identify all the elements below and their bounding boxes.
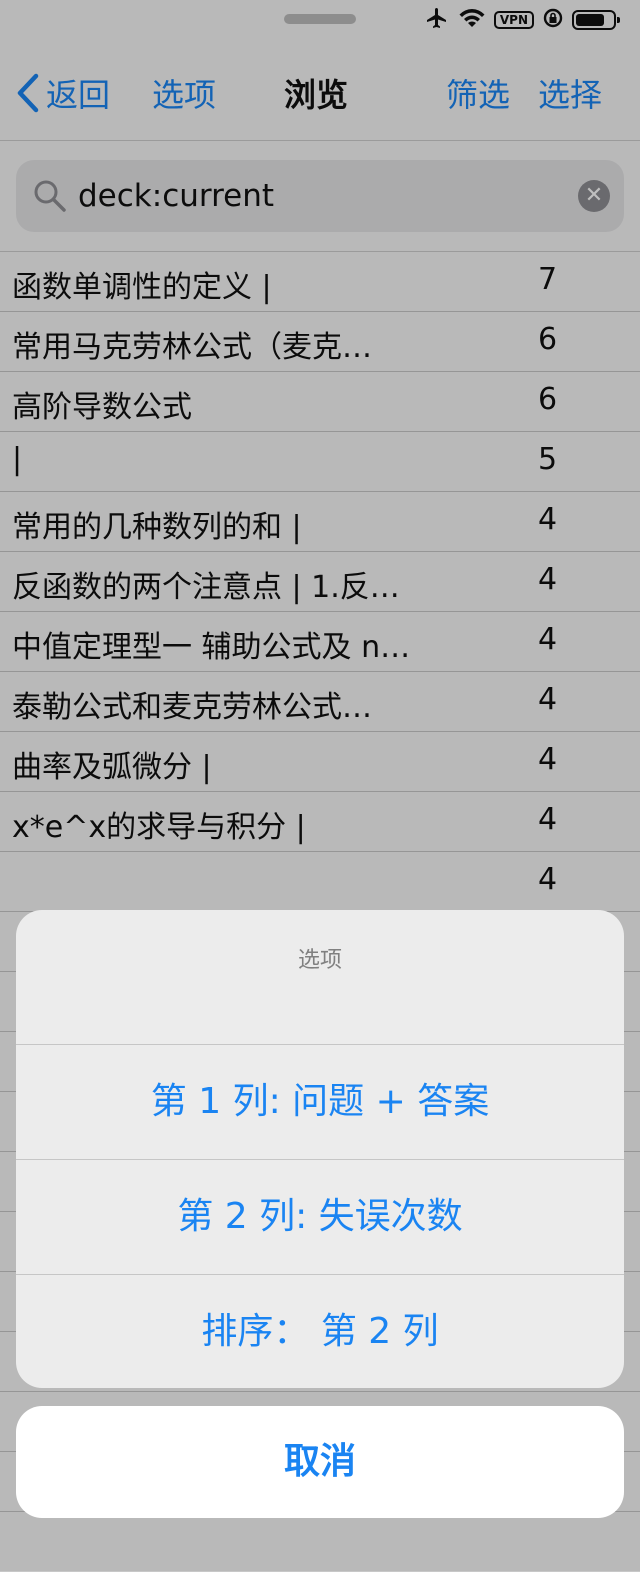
column-2-button[interactable]: 第 2 列: 失误次数 bbox=[16, 1160, 624, 1275]
column-1-button[interactable]: 第 1 列: 问题 + 答案 bbox=[16, 1045, 624, 1160]
sort-button[interactable]: 排序： 第 2 列 bbox=[16, 1275, 624, 1388]
action-sheet-header: 选项 bbox=[16, 910, 624, 1045]
action-sheet-title: 选项 bbox=[297, 948, 342, 973]
cancel-button[interactable]: 取消 bbox=[16, 1406, 624, 1518]
action-sheet: 选项 第 1 列: 问题 + 答案 第 2 列: 失误次数 排序： 第 2 列 bbox=[16, 910, 624, 1388]
